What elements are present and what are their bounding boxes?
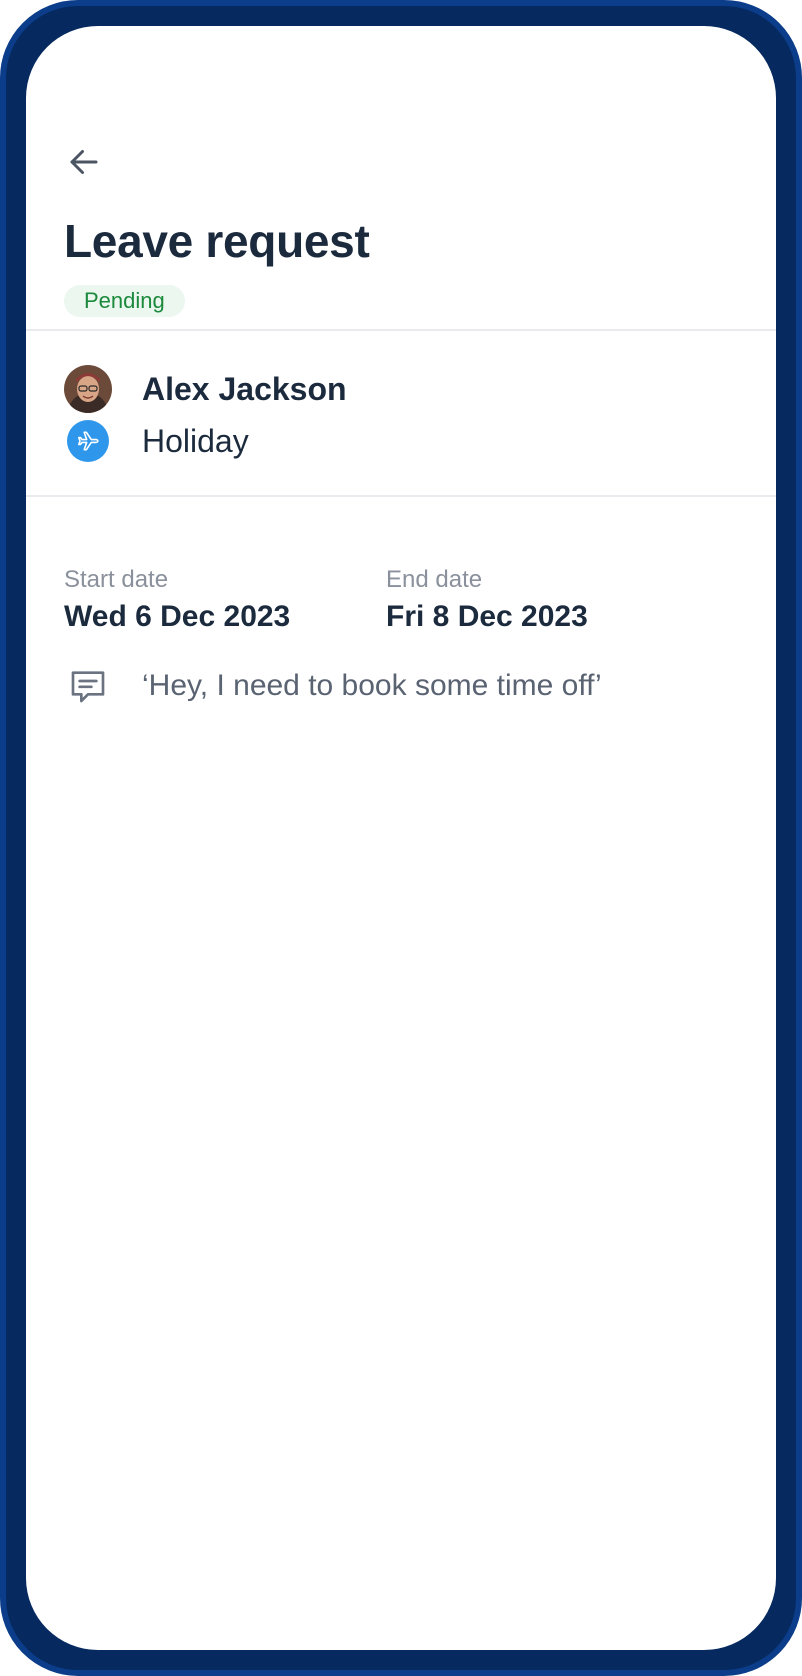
divider [26,329,776,331]
start-date-value: Wed 6 Dec 2023 [64,600,291,633]
leave-type-label: Holiday [142,422,249,459]
employee-name: Alex Jackson [142,370,347,407]
end-date: End date Fri 8 Dec 2023 [386,566,588,634]
request-note: ‘Hey, I need to book some time off’ [64,662,602,710]
comment-icon [64,662,112,710]
start-date-label: Start date [64,566,169,593]
page-title: Leave request [64,215,370,267]
note-text: ‘Hey, I need to book some time off’ [142,669,602,702]
app-screen: Leave request Pending Alex Jackson Holid… [26,26,776,1650]
end-date-value: Fri 8 Dec 2023 [386,600,588,633]
arrow-left-icon [70,150,98,174]
divider [26,495,776,497]
device-frame: Leave request Pending Alex Jackson Holid… [0,0,802,1676]
end-date-label: End date [386,566,483,593]
airplane-icon [67,420,109,462]
avatar [64,365,112,413]
back-button[interactable] [62,140,106,184]
status-badge: Pending [64,285,185,317]
start-date: Start date Wed 6 Dec 2023 [64,566,290,634]
employee-row: Alex Jackson [64,365,347,413]
leave-type-row: Holiday [64,420,249,462]
